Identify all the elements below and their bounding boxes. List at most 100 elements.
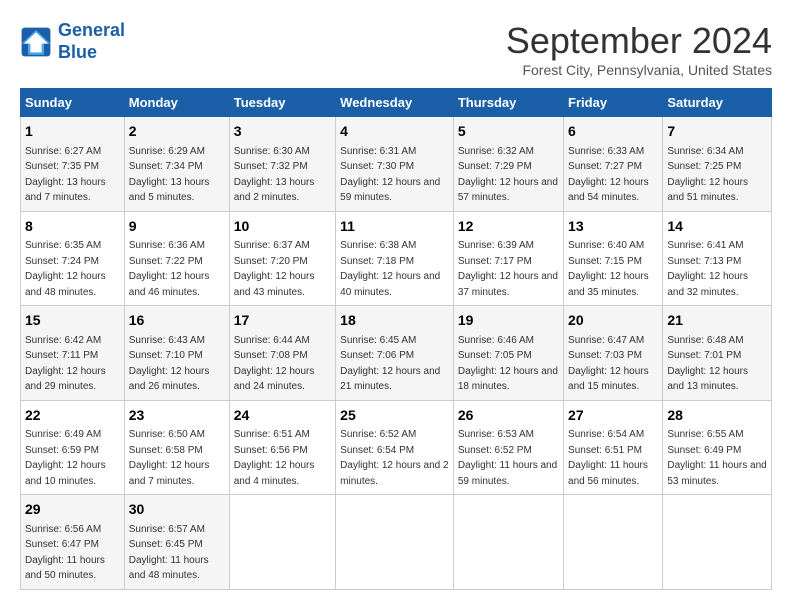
logo-icon <box>20 26 52 58</box>
day-number: 10 <box>234 217 331 237</box>
week-row-1: 1 Sunrise: 6:27 AMSunset: 7:35 PMDaylight… <box>21 117 772 212</box>
day-cell: 30 Sunrise: 6:57 AMSunset: 6:45 PMDayligh… <box>124 495 229 590</box>
day-cell: 1 Sunrise: 6:27 AMSunset: 7:35 PMDaylight… <box>21 117 125 212</box>
day-info: Sunrise: 6:35 AMSunset: 7:24 PMDaylight:… <box>25 240 106 298</box>
day-cell: 22 Sunrise: 6:49 AMSunset: 6:59 PMDayligh… <box>21 400 125 495</box>
day-cell: 21 Sunrise: 6:48 AMSunset: 7:01 PMDayligh… <box>663 306 772 401</box>
day-cell: 24Sunrise: 6:51 AMSunset: 6:56 PMDayligh… <box>229 400 335 495</box>
day-info: Sunrise: 6:45 AMSunset: 7:06 PMDaylight:… <box>340 335 440 393</box>
day-number: 4 <box>340 122 449 142</box>
day-cell: 28 Sunrise: 6:55 AMSunset: 6:49 PMDayligh… <box>663 400 772 495</box>
header-row: SundayMondayTuesdayWednesdayThursdayFrid… <box>21 89 772 117</box>
day-info: Sunrise: 6:39 AMSunset: 7:17 PMDaylight:… <box>458 240 558 298</box>
day-cell: 11 Sunrise: 6:38 AMSunset: 7:18 PMDayligh… <box>336 211 454 306</box>
day-info: Sunrise: 6:29 AMSunset: 7:34 PMDaylight:… <box>129 146 210 204</box>
day-info: Sunrise: 6:41 AMSunset: 7:13 PMDaylight:… <box>667 240 748 298</box>
day-cell <box>663 495 772 590</box>
day-number: 2 <box>129 122 225 142</box>
day-info: Sunrise: 6:33 AMSunset: 7:27 PMDaylight:… <box>568 146 649 204</box>
day-cell: 3 Sunrise: 6:30 AMSunset: 7:32 PMDaylight… <box>229 117 335 212</box>
day-number: 12 <box>458 217 559 237</box>
week-row-5: 29 Sunrise: 6:56 AMSunset: 6:47 PMDayligh… <box>21 495 772 590</box>
week-row-3: 15 Sunrise: 6:42 AMSunset: 7:11 PMDayligh… <box>21 306 772 401</box>
day-number: 27 <box>568 406 658 426</box>
day-number: 22 <box>25 406 120 426</box>
day-cell <box>229 495 335 590</box>
day-cell: 10 Sunrise: 6:37 AMSunset: 7:20 PMDayligh… <box>229 211 335 306</box>
day-info: Sunrise: 6:32 AMSunset: 7:29 PMDaylight:… <box>458 146 558 204</box>
day-cell: 25 Sunrise: 6:52 AMSunset: 6:54 PMDayligh… <box>336 400 454 495</box>
day-info: Sunrise: 6:53 AMSunset: 6:52 PMDaylight:… <box>458 429 557 487</box>
day-number: 15 <box>25 311 120 331</box>
day-info: Sunrise: 6:42 AMSunset: 7:11 PMDaylight:… <box>25 335 106 393</box>
day-info: Sunrise: 6:55 AMSunset: 6:49 PMDaylight:… <box>667 429 766 487</box>
day-number: 19 <box>458 311 559 331</box>
day-cell <box>336 495 454 590</box>
day-number: 8 <box>25 217 120 237</box>
day-number: 13 <box>568 217 658 237</box>
day-number: 21 <box>667 311 767 331</box>
day-info: Sunrise: 6:50 AMSunset: 6:58 PMDaylight:… <box>129 429 210 487</box>
column-header-friday: Friday <box>564 89 663 117</box>
day-number: 30 <box>129 500 225 520</box>
day-number: 25 <box>340 406 449 426</box>
day-info: Sunrise: 6:48 AMSunset: 7:01 PMDaylight:… <box>667 335 748 393</box>
main-title: September 2024 <box>506 20 772 62</box>
day-cell: 26Sunrise: 6:53 AMSunset: 6:52 PMDayligh… <box>453 400 563 495</box>
day-number: 16 <box>129 311 225 331</box>
day-info: Sunrise: 6:30 AMSunset: 7:32 PMDaylight:… <box>234 146 315 204</box>
logo-text: General Blue <box>58 20 125 63</box>
day-number: 23 <box>129 406 225 426</box>
day-info: Sunrise: 6:56 AMSunset: 6:47 PMDaylight:… <box>25 524 105 582</box>
day-cell: 6Sunrise: 6:33 AMSunset: 7:27 PMDaylight… <box>564 117 663 212</box>
day-cell: 15 Sunrise: 6:42 AMSunset: 7:11 PMDayligh… <box>21 306 125 401</box>
day-info: Sunrise: 6:46 AMSunset: 7:05 PMDaylight:… <box>458 335 558 393</box>
day-info: Sunrise: 6:27 AMSunset: 7:35 PMDaylight:… <box>25 146 106 204</box>
column-header-saturday: Saturday <box>663 89 772 117</box>
day-cell: 16 Sunrise: 6:43 AMSunset: 7:10 PMDayligh… <box>124 306 229 401</box>
day-cell <box>453 495 563 590</box>
day-info: Sunrise: 6:57 AMSunset: 6:45 PMDaylight:… <box>129 524 209 582</box>
day-number: 5 <box>458 122 559 142</box>
day-info: Sunrise: 6:34 AMSunset: 7:25 PMDaylight:… <box>667 146 748 204</box>
day-cell <box>564 495 663 590</box>
day-number: 24 <box>234 406 331 426</box>
day-number: 29 <box>25 500 120 520</box>
day-cell: 12 Sunrise: 6:39 AMSunset: 7:17 PMDayligh… <box>453 211 563 306</box>
day-number: 18 <box>340 311 449 331</box>
day-info: Sunrise: 6:37 AMSunset: 7:20 PMDaylight:… <box>234 240 315 298</box>
day-info: Sunrise: 6:47 AMSunset: 7:03 PMDaylight:… <box>568 335 649 393</box>
week-row-2: 8 Sunrise: 6:35 AMSunset: 7:24 PMDaylight… <box>21 211 772 306</box>
day-cell: 27 Sunrise: 6:54 AMSunset: 6:51 PMDayligh… <box>564 400 663 495</box>
day-cell: 23 Sunrise: 6:50 AMSunset: 6:58 PMDayligh… <box>124 400 229 495</box>
day-cell: 29 Sunrise: 6:56 AMSunset: 6:47 PMDayligh… <box>21 495 125 590</box>
day-number: 11 <box>340 217 449 237</box>
column-header-sunday: Sunday <box>21 89 125 117</box>
day-number: 7 <box>667 122 767 142</box>
day-info: Sunrise: 6:43 AMSunset: 7:10 PMDaylight:… <box>129 335 210 393</box>
day-info: Sunrise: 6:38 AMSunset: 7:18 PMDaylight:… <box>340 240 440 298</box>
day-cell: 8 Sunrise: 6:35 AMSunset: 7:24 PMDaylight… <box>21 211 125 306</box>
day-cell: 5 Sunrise: 6:32 AMSunset: 7:29 PMDaylight… <box>453 117 563 212</box>
column-header-tuesday: Tuesday <box>229 89 335 117</box>
day-number: 1 <box>25 122 120 142</box>
day-info: Sunrise: 6:52 AMSunset: 6:54 PMDaylight:… <box>340 429 448 487</box>
column-header-monday: Monday <box>124 89 229 117</box>
column-header-thursday: Thursday <box>453 89 563 117</box>
logo: General Blue <box>20 20 125 63</box>
day-cell: 17Sunrise: 6:44 AMSunset: 7:08 PMDayligh… <box>229 306 335 401</box>
day-info: Sunrise: 6:40 AMSunset: 7:15 PMDaylight:… <box>568 240 649 298</box>
day-cell: 9Sunrise: 6:36 AMSunset: 7:22 PMDaylight… <box>124 211 229 306</box>
day-info: Sunrise: 6:36 AMSunset: 7:22 PMDaylight:… <box>129 240 210 298</box>
day-info: Sunrise: 6:54 AMSunset: 6:51 PMDaylight:… <box>568 429 648 487</box>
day-number: 3 <box>234 122 331 142</box>
day-cell: 13 Sunrise: 6:40 AMSunset: 7:15 PMDayligh… <box>564 211 663 306</box>
day-info: Sunrise: 6:49 AMSunset: 6:59 PMDaylight:… <box>25 429 106 487</box>
day-info: Sunrise: 6:44 AMSunset: 7:08 PMDaylight:… <box>234 335 315 393</box>
day-cell: 18 Sunrise: 6:45 AMSunset: 7:06 PMDayligh… <box>336 306 454 401</box>
day-number: 28 <box>667 406 767 426</box>
day-number: 14 <box>667 217 767 237</box>
day-cell: 14 Sunrise: 6:41 AMSunset: 7:13 PMDayligh… <box>663 211 772 306</box>
day-number: 20 <box>568 311 658 331</box>
column-header-wednesday: Wednesday <box>336 89 454 117</box>
